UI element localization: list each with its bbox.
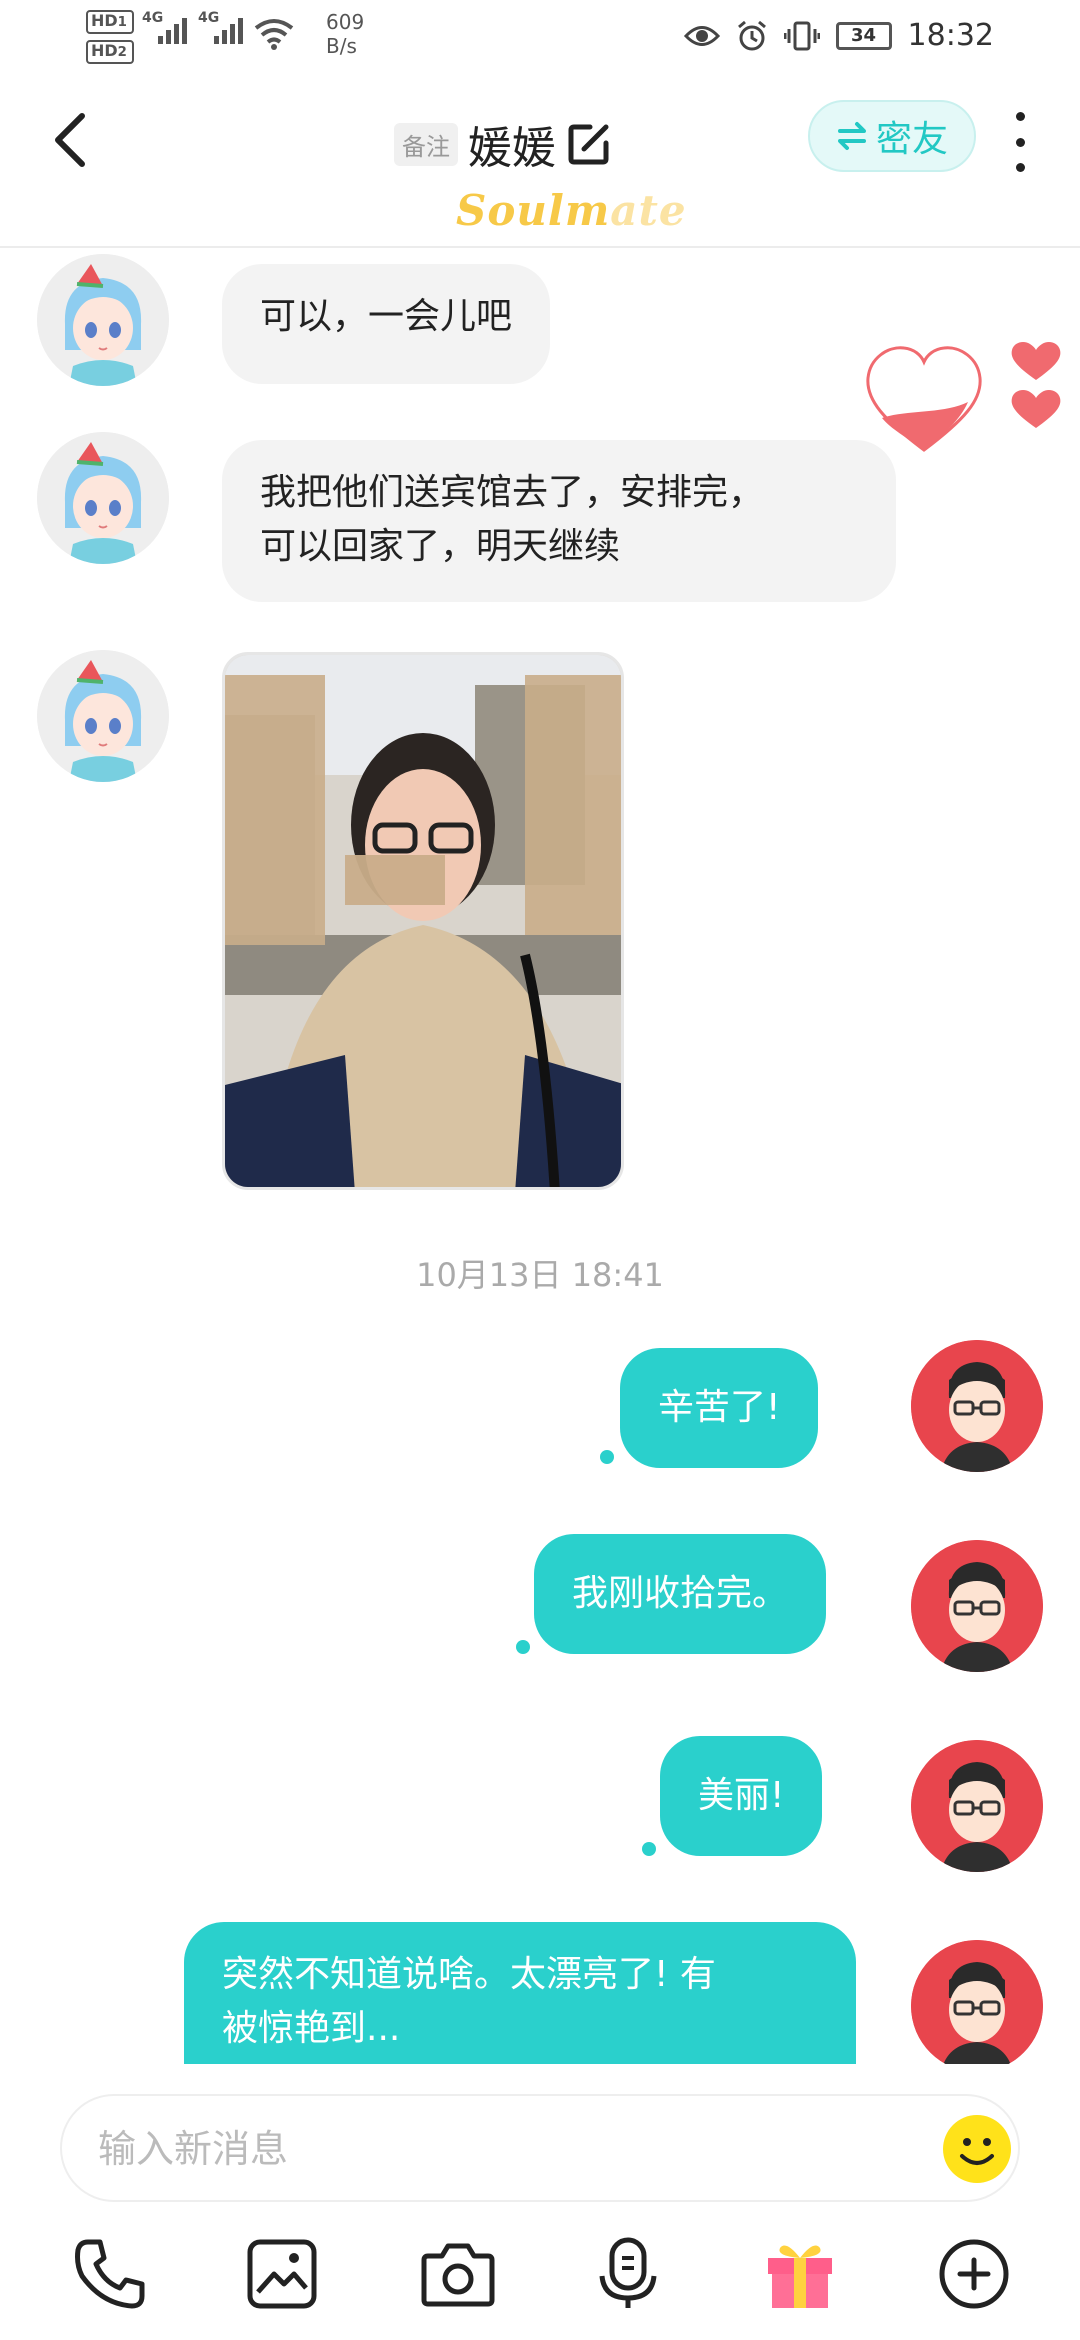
message-text: 辛苦了! <box>658 1387 781 1428</box>
message-tail-dot <box>600 1450 614 1464</box>
boy-avatar-icon <box>911 1340 1043 1472</box>
contact-avatar[interactable] <box>37 650 169 782</box>
boy-avatar-icon <box>911 1740 1043 1872</box>
more-actions-button[interactable] <box>936 2236 1012 2312</box>
more-options-button[interactable] <box>1008 112 1032 172</box>
status-right: 34 18:32 <box>683 18 994 53</box>
girl-avatar-icon <box>37 650 169 782</box>
more-dot-icon <box>1015 112 1025 121</box>
soulmate-logo: Soulmate <box>456 186 687 235</box>
message-timestamp: 10月13日 18:41 <box>416 1256 664 1294</box>
chat-toolbar <box>0 2224 1080 2334</box>
title-area[interactable]: 备注 媛媛 <box>394 112 612 176</box>
emoji-button[interactable] <box>942 2114 1012 2184</box>
image-icon <box>247 2239 317 2309</box>
chevron-left-icon <box>55 113 85 167</box>
hearts-animation-icon <box>866 342 1061 452</box>
sim-indicators: HD1 HD2 <box>86 10 134 64</box>
message-tail-dot <box>642 1842 656 1856</box>
header-divider <box>0 246 1080 248</box>
phone-icon <box>75 2239 145 2309</box>
network-speed: 609 B/s <box>326 10 365 58</box>
outgoing-message[interactable]: 美丽! <box>660 1736 823 1856</box>
battery-icon: 34 <box>835 21 892 50</box>
signal-1-icon: 4G <box>142 10 190 46</box>
outgoing-message[interactable]: 突然不知道说啥。太漂亮了! 有 被惊艳到... <box>184 1922 856 2064</box>
incoming-message[interactable]: 我把他们送宾馆去了，安排完， 可以回家了，明天继续 <box>222 440 896 602</box>
remark-tag[interactable]: 备注 <box>394 122 458 166</box>
more-dot-icon <box>1015 137 1025 147</box>
camera-icon <box>421 2243 495 2307</box>
outgoing-message[interactable]: 我刚收拾完。 <box>534 1534 827 1654</box>
voice-button[interactable] <box>590 2236 666 2312</box>
boy-avatar-icon <box>911 1540 1043 1672</box>
boy-avatar-icon <box>911 1940 1043 2072</box>
signal-2-icon: 4G <box>198 10 246 46</box>
message-input-box[interactable] <box>60 2094 1020 2202</box>
message-text-line: 可以回家了，明天继续 <box>260 526 621 567</box>
message-input[interactable] <box>98 2116 918 2182</box>
camera-button[interactable] <box>420 2236 496 2312</box>
outgoing-message[interactable]: 辛苦了! <box>620 1348 819 1468</box>
more-dot-icon <box>1015 163 1025 172</box>
girl-avatar-icon <box>37 432 169 564</box>
my-avatar[interactable] <box>911 1540 1043 1672</box>
message-tail-dot <box>516 1640 530 1654</box>
message-text: 美丽! <box>698 1775 785 1816</box>
message-text-line: 被惊艳到... <box>222 2008 401 2049</box>
back-button[interactable] <box>50 110 100 170</box>
message-text-line: 我把他们送宾馆去了，安排完， <box>260 472 765 513</box>
message-text: 我刚收拾完。 <box>572 1573 789 1614</box>
sim1-hd-icon: HD1 <box>86 10 134 34</box>
sim2-hd-icon: HD2 <box>86 40 134 64</box>
composer-area <box>0 2064 1080 2340</box>
plus-icon <box>939 2239 1009 2309</box>
message-text: 可以，一会儿吧 <box>260 296 513 337</box>
edit-icon[interactable] <box>566 121 612 167</box>
gallery-button[interactable] <box>244 2236 320 2312</box>
smiley-icon <box>943 2115 1011 2183</box>
chat-header: 备注 媛媛 密友 Soulmate <box>0 90 1080 240</box>
voice-icon <box>599 2237 657 2308</box>
photo-image <box>225 655 621 1187</box>
status-left: HD1 HD2 4G 4G 609 B/s <box>86 10 364 64</box>
eye-icon <box>683 25 720 46</box>
incoming-message[interactable]: 可以，一会儿吧 <box>222 264 551 384</box>
gift-icon <box>768 2245 832 2308</box>
my-avatar[interactable] <box>911 1940 1043 2072</box>
chat-title: 媛媛 <box>468 123 556 174</box>
close-friend-button[interactable]: 密友 <box>808 100 976 172</box>
gift-button[interactable] <box>762 2236 838 2312</box>
contact-avatar[interactable] <box>37 432 169 564</box>
swap-icon <box>837 122 866 150</box>
call-button[interactable] <box>72 2236 148 2312</box>
message-text-line: 突然不知道说啥。太漂亮了! 有 <box>222 1954 716 1995</box>
contact-avatar[interactable] <box>37 254 169 386</box>
my-avatar[interactable] <box>911 1740 1043 1872</box>
my-avatar[interactable] <box>911 1340 1043 1472</box>
girl-avatar-icon <box>37 254 169 386</box>
vibrate-icon <box>783 21 820 50</box>
incoming-photo-message[interactable] <box>222 652 624 1190</box>
wifi-icon <box>254 19 294 50</box>
clock: 18:32 <box>907 18 994 53</box>
alarm-icon <box>737 20 766 50</box>
close-friend-label: 密友 <box>875 119 948 160</box>
status-bar: HD1 HD2 4G 4G 609 B/s 34 18:32 <box>0 0 1080 80</box>
